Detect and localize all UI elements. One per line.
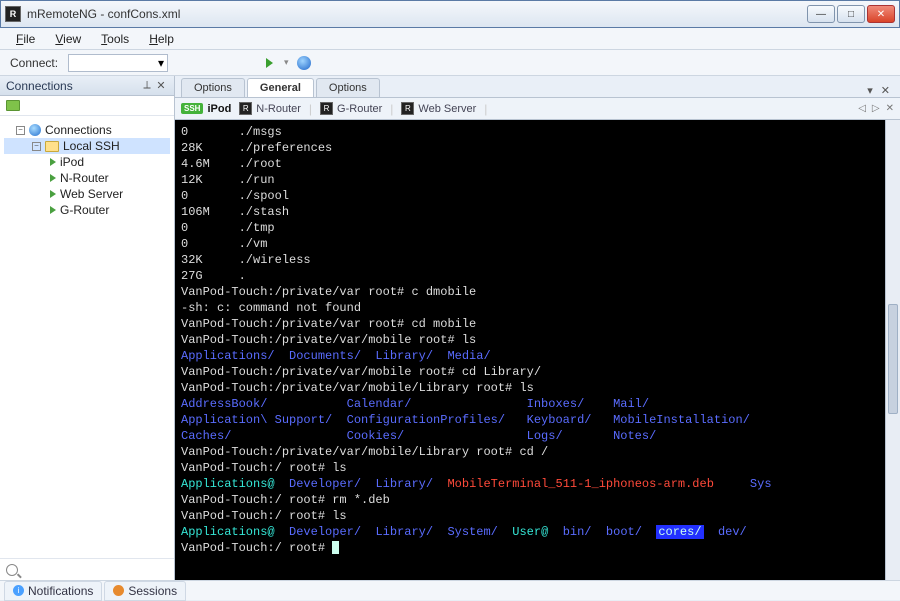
globe-icon	[297, 56, 311, 70]
info-icon: i	[13, 585, 24, 596]
tree-root[interactable]: − Connections	[4, 122, 170, 138]
app-badge-icon: R	[239, 102, 252, 115]
scrollbar-thumb[interactable]	[888, 304, 898, 414]
tab-dropdown[interactable]: ▾	[863, 84, 877, 97]
expander-icon[interactable]: −	[16, 126, 25, 135]
play-icon	[266, 58, 273, 68]
ssh-badge-icon: SSH	[181, 103, 203, 114]
terminal[interactable]: 0 ./msgs 28K ./preferences 4.6M ./root 1…	[175, 120, 885, 580]
connection-icon	[50, 174, 56, 182]
globe-button[interactable]	[295, 54, 313, 72]
close-button[interactable]: ✕	[867, 5, 895, 23]
sidebar-search[interactable]	[0, 558, 174, 580]
panel-header: Connections ⟂ ✕	[0, 76, 174, 96]
status-sessions[interactable]: Sessions	[104, 581, 186, 601]
expander-icon[interactable]: −	[32, 142, 41, 151]
session-tab-nrouter[interactable]: R N-Router	[239, 102, 301, 115]
tab-close[interactable]: ✕	[877, 84, 894, 97]
app-badge-icon: R	[320, 102, 333, 115]
tab-options-2[interactable]: Options	[316, 78, 380, 97]
tree-item-label: iPod	[60, 155, 84, 169]
app-icon: R	[5, 6, 21, 22]
session-tab-ipod[interactable]: SSH iPod	[181, 103, 231, 115]
tree-item-label: Web Server	[60, 187, 123, 201]
connections-panel: Connections ⟂ ✕ − Connections − Local SS…	[0, 76, 175, 580]
search-icon	[6, 564, 18, 576]
tree-root-label: Connections	[45, 123, 112, 137]
app-badge-icon: R	[401, 102, 414, 115]
next-tab-icon[interactable]: ▷	[872, 103, 880, 114]
tree-item-label: G-Router	[60, 203, 109, 217]
panel-title: Connections	[6, 79, 73, 93]
folder-icon	[45, 141, 59, 152]
connect-play-button[interactable]	[260, 54, 278, 72]
session-tab-grouter[interactable]: R G-Router	[320, 102, 382, 115]
tree-item-grouter[interactable]: G-Router	[4, 202, 170, 218]
connection-icon	[50, 158, 56, 166]
terminal-scrollbar[interactable]	[885, 120, 900, 580]
menu-view[interactable]: View	[47, 30, 89, 48]
connect-combo[interactable]: ▾	[68, 54, 168, 72]
new-folder-icon[interactable]	[6, 100, 20, 111]
tree-folder-label: Local SSH	[63, 139, 120, 153]
tree-item-ipod[interactable]: iPod	[4, 154, 170, 170]
prev-tab-icon[interactable]: ◁	[858, 103, 866, 114]
connections-tree[interactable]: − Connections − Local SSH iPod N-Router …	[0, 116, 174, 558]
session-tab-label: N-Router	[256, 103, 301, 115]
tree-item-webserver[interactable]: Web Server	[4, 186, 170, 202]
tree-folder[interactable]: − Local SSH	[4, 138, 170, 154]
tab-general[interactable]: General	[247, 78, 314, 97]
status-label: Sessions	[128, 584, 177, 598]
status-label: Notifications	[28, 584, 93, 598]
sidebar-toolbar	[0, 96, 174, 116]
tree-item-label: N-Router	[60, 171, 109, 185]
session-tab-label: G-Router	[337, 103, 382, 115]
menu-help[interactable]: Help	[141, 30, 182, 48]
minimize-button[interactable]: —	[807, 5, 835, 23]
status-notifications[interactable]: i Notifications	[4, 581, 102, 601]
session-tab-label: iPod	[207, 103, 231, 115]
session-tab-webserver[interactable]: R Web Server	[401, 102, 476, 115]
menubar: File View Tools Help	[0, 28, 900, 50]
sessions-icon	[113, 585, 124, 596]
pin-icon[interactable]: ⟂	[140, 79, 154, 92]
panel-close-icon[interactable]: ✕	[154, 79, 168, 92]
main-area: Options General Options ▾ ✕ SSH iPod R N-R…	[175, 76, 900, 580]
session-tab-label: Web Server	[418, 103, 476, 115]
tree-item-nrouter[interactable]: N-Router	[4, 170, 170, 186]
outer-tabs: Options General Options ▾ ✕	[175, 76, 900, 98]
toolbar: Connect: ▾ ▾	[0, 50, 900, 76]
chevron-down-icon: ▾	[158, 56, 164, 70]
connection-icon	[50, 190, 56, 198]
globe-icon	[29, 124, 41, 136]
connection-icon	[50, 206, 56, 214]
titlebar: R mRemoteNG - confCons.xml — □ ✕	[0, 0, 900, 28]
connect-label: Connect:	[10, 56, 58, 70]
menu-file[interactable]: File	[8, 30, 43, 48]
window-title: mRemoteNG - confCons.xml	[27, 7, 807, 21]
chevron-down-icon: ▾	[284, 57, 289, 68]
session-tabs: SSHiPod RN-Router | RG-Router | RWeb Ser…	[175, 98, 900, 120]
menu-tools[interactable]: Tools	[93, 30, 137, 48]
session-close-icon[interactable]: ✕	[886, 103, 894, 114]
tab-options-1[interactable]: Options	[181, 78, 245, 97]
statusbar: i Notifications Sessions	[0, 580, 900, 600]
maximize-button[interactable]: □	[837, 5, 865, 23]
